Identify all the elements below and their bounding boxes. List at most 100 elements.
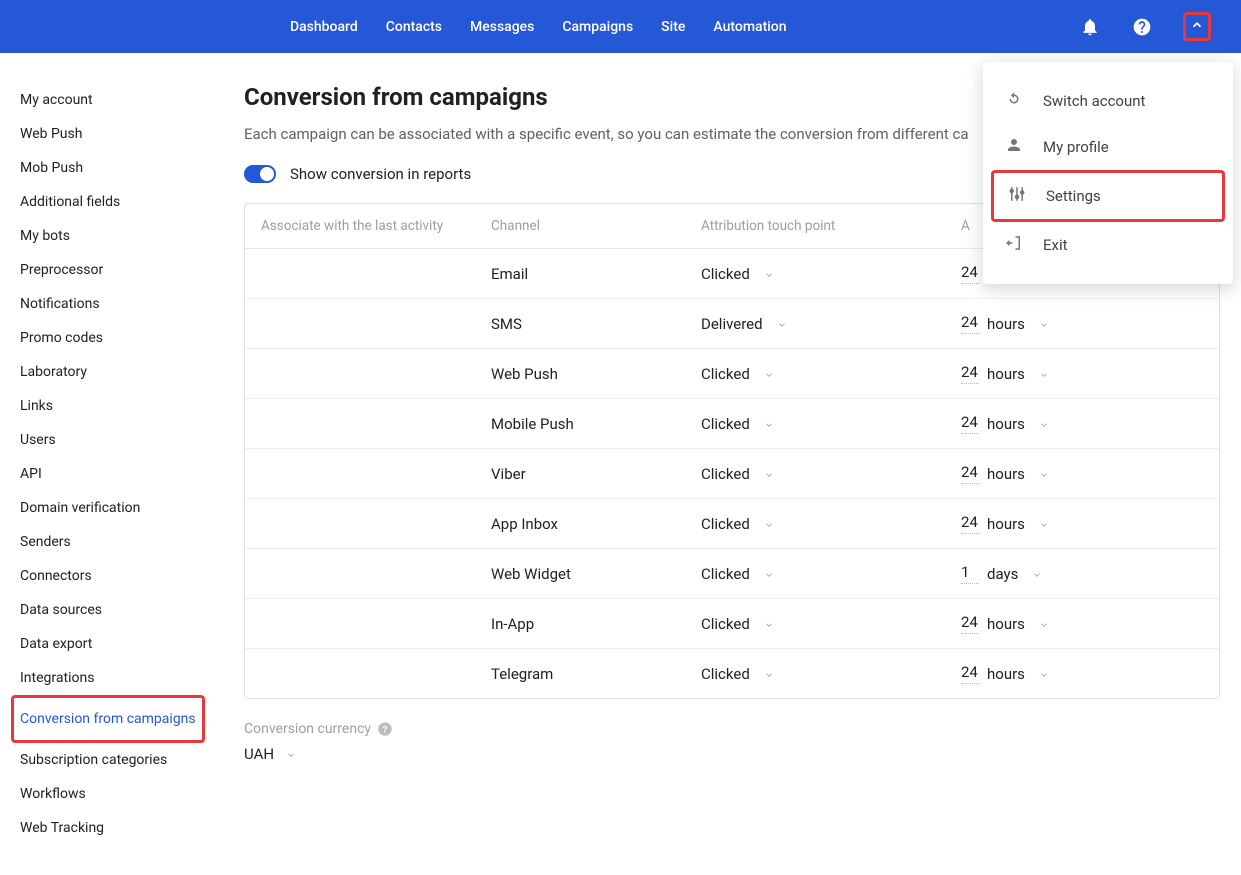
chevron-down-icon: [1032, 569, 1042, 579]
sidebar: My accountWeb PushMob PushAdditional fie…: [0, 53, 220, 875]
sidebar-item-my-account[interactable]: My account: [20, 83, 220, 117]
dropdown-item-label: Exit: [1043, 236, 1068, 254]
help-icon[interactable]: [1131, 16, 1153, 38]
attribution-window[interactable]: 1 days: [961, 563, 1203, 584]
exit-icon: [1005, 234, 1023, 256]
table-row: TelegramClicked24 hours: [245, 649, 1219, 698]
attribution-window[interactable]: 24 hours: [961, 513, 1203, 534]
bell-icon[interactable]: [1079, 16, 1101, 38]
sidebar-item-subscription-categories[interactable]: Subscription categories: [20, 743, 220, 777]
window-number: 24: [961, 313, 979, 334]
row-channel: App Inbox: [491, 515, 701, 533]
dropdown-exit[interactable]: Exit: [991, 222, 1225, 268]
sidebar-item-links[interactable]: Links: [20, 389, 220, 423]
currency-section: Conversion currency ? UAH: [244, 721, 1220, 763]
sidebar-item-users[interactable]: Users: [20, 423, 220, 457]
chevron-down-icon: [777, 319, 787, 329]
window-unit: hours: [987, 665, 1025, 683]
show-conversion-toggle[interactable]: [244, 165, 276, 183]
nav-campaigns[interactable]: Campaigns: [562, 19, 633, 35]
window-number: 24: [961, 613, 979, 634]
window-unit: days: [987, 565, 1018, 583]
touchpoint-select[interactable]: Clicked: [701, 615, 961, 633]
touchpoint-value: Clicked: [701, 365, 750, 383]
chevron-down-icon: [764, 469, 774, 479]
help-circle-icon[interactable]: ?: [377, 721, 393, 737]
currency-label-text: Conversion currency: [244, 721, 371, 737]
touchpoint-value: Clicked: [701, 465, 750, 483]
sidebar-item-my-bots[interactable]: My bots: [20, 219, 220, 253]
sidebar-item-workflows[interactable]: Workflows: [20, 777, 220, 811]
nav-contacts[interactable]: Contacts: [386, 19, 442, 35]
table-row: SMSDelivered 24 hours: [245, 299, 1219, 349]
attribution-window[interactable]: 24 hours: [961, 413, 1203, 434]
table-row: Web WidgetClicked1 days: [245, 549, 1219, 599]
account-menu-toggle[interactable]: [1183, 12, 1211, 41]
touchpoint-select[interactable]: Clicked: [701, 265, 961, 283]
sidebar-item-promo-codes[interactable]: Promo codes: [20, 321, 220, 355]
nav-automation[interactable]: Automation: [713, 19, 786, 35]
nav-site[interactable]: Site: [661, 19, 685, 35]
dropdown-my-profile[interactable]: My profile: [991, 124, 1225, 170]
window-number: 24: [961, 263, 979, 284]
top-navigation: Dashboard Contacts Messages Campaigns Si…: [0, 0, 1241, 53]
attribution-window[interactable]: 24 hours: [961, 613, 1203, 634]
sidebar-item-conversion-from-campaigns[interactable]: Conversion from campaigns: [20, 702, 196, 736]
touchpoint-select[interactable]: Clicked: [701, 565, 961, 583]
sidebar-item-data-export[interactable]: Data export: [20, 627, 220, 661]
chevron-down-icon: [1039, 419, 1049, 429]
sliders-icon: [1008, 185, 1026, 207]
sidebar-item-domain-verification[interactable]: Domain verification: [20, 491, 220, 525]
sidebar-item-additional-fields[interactable]: Additional fields: [20, 185, 220, 219]
chevron-down-icon: [1039, 619, 1049, 629]
window-unit: hours: [987, 315, 1025, 333]
row-channel: Web Push: [491, 365, 701, 383]
attribution-window[interactable]: 24 hours: [961, 363, 1203, 384]
account-dropdown: Switch account My profile Settings Exit: [983, 62, 1233, 284]
sidebar-item-data-sources[interactable]: Data sources: [20, 593, 220, 627]
sidebar-item-mob-push[interactable]: Mob Push: [20, 151, 220, 185]
dropdown-settings[interactable]: Settings: [991, 170, 1225, 222]
attribution-window[interactable]: 24 hours: [961, 663, 1203, 684]
touchpoint-select[interactable]: Delivered: [701, 315, 961, 333]
row-channel: Email: [491, 265, 701, 283]
svg-text:?: ?: [383, 724, 388, 735]
window-unit: hours: [987, 615, 1025, 633]
sidebar-item-senders[interactable]: Senders: [20, 525, 220, 559]
sidebar-item-api[interactable]: API: [20, 457, 220, 491]
topnav-links: Dashboard Contacts Messages Campaigns Si…: [290, 19, 787, 35]
sidebar-item-preprocessor[interactable]: Preprocessor: [20, 253, 220, 287]
touchpoint-value: Clicked: [701, 515, 750, 533]
sidebar-item-connectors[interactable]: Connectors: [20, 559, 220, 593]
sidebar-item-integrations[interactable]: Integrations: [20, 661, 220, 695]
touchpoint-value: Clicked: [701, 265, 750, 283]
sidebar-item-laboratory[interactable]: Laboratory: [20, 355, 220, 389]
chevron-down-icon: [764, 269, 774, 279]
window-unit: hours: [987, 365, 1025, 383]
touchpoint-value: Clicked: [701, 615, 750, 633]
touchpoint-select[interactable]: Clicked: [701, 465, 961, 483]
chevron-down-icon: [764, 569, 774, 579]
nav-messages[interactable]: Messages: [470, 19, 534, 35]
row-channel: SMS: [491, 315, 701, 333]
table-row: App InboxClicked 24 hours: [245, 499, 1219, 549]
dropdown-switch-account[interactable]: Switch account: [991, 78, 1225, 124]
touchpoint-value: Delivered: [701, 315, 763, 333]
sidebar-item-notifications[interactable]: Notifications: [20, 287, 220, 321]
touchpoint-select[interactable]: Clicked: [701, 415, 961, 433]
table-row: ViberClicked24 hours: [245, 449, 1219, 499]
currency-select[interactable]: UAH: [244, 745, 1220, 763]
touchpoint-value: Clicked: [701, 665, 750, 683]
nav-dashboard[interactable]: Dashboard: [290, 19, 358, 35]
table-row: Web PushClicked 24 hours: [245, 349, 1219, 399]
chevron-down-icon: [1039, 369, 1049, 379]
touchpoint-select[interactable]: Clicked: [701, 665, 961, 683]
chevron-down-icon: [286, 749, 296, 759]
sidebar-item-web-tracking[interactable]: Web Tracking: [20, 811, 220, 845]
dropdown-item-label: Settings: [1046, 187, 1101, 205]
touchpoint-select[interactable]: Clicked: [701, 365, 961, 383]
sidebar-item-web-push[interactable]: Web Push: [20, 117, 220, 151]
attribution-window[interactable]: 24 hours: [961, 463, 1203, 484]
touchpoint-select[interactable]: Clicked: [701, 515, 961, 533]
attribution-window[interactable]: 24 hours: [961, 313, 1203, 334]
